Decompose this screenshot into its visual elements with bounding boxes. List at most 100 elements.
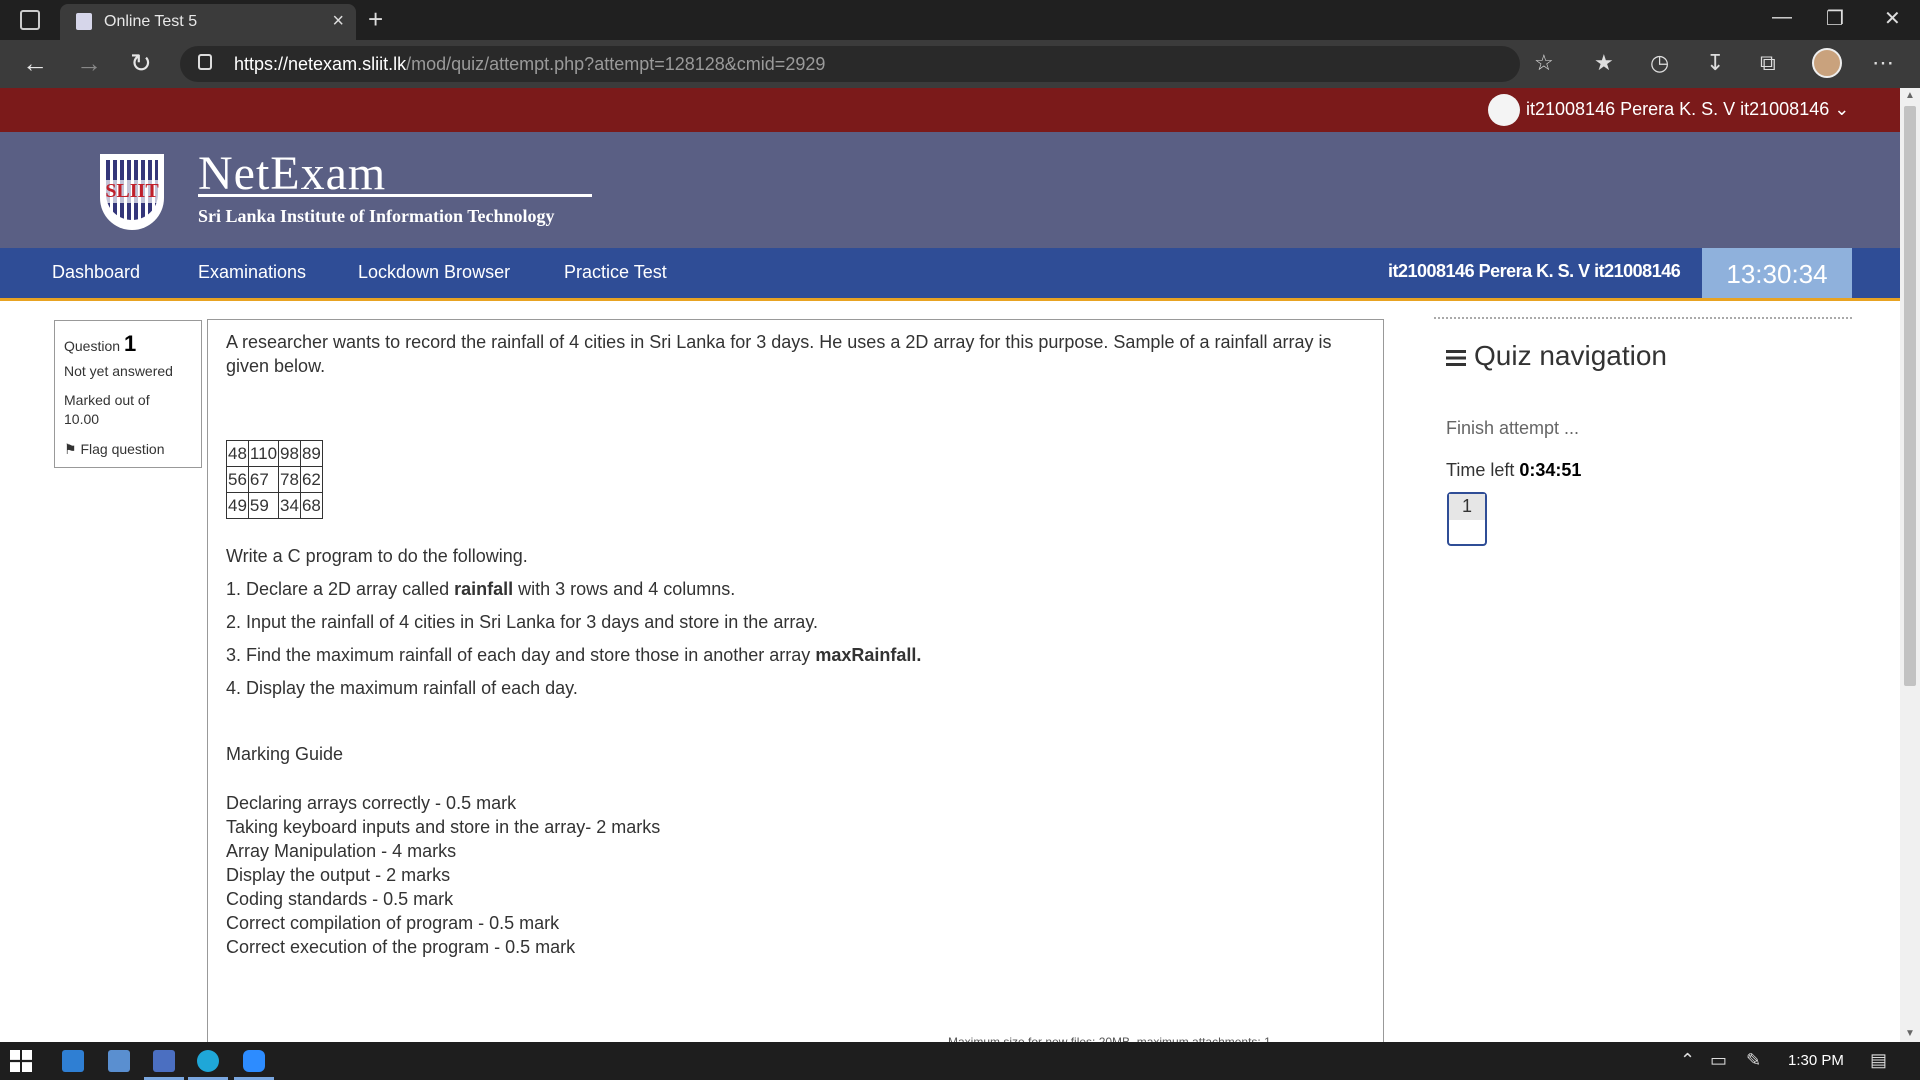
scrollbar-thumb[interactable] — [1904, 106, 1916, 686]
table-cell: 34 — [278, 492, 301, 519]
tray-chevron-icon[interactable]: ⌃ — [1680, 1050, 1695, 1071]
finish-attempt-link[interactable]: Finish attempt ... — [1446, 418, 1579, 439]
collections-icon[interactable]: ⧉ — [1760, 50, 1776, 76]
history-icon[interactable]: ◷ — [1650, 50, 1669, 76]
rainfall-table: 48 110 98 89 56 67 78 62 49 59 34 68 — [226, 440, 323, 519]
question-nav-button[interactable]: 1 — [1447, 492, 1487, 546]
edge-browser-icon[interactable] — [197, 1050, 219, 1072]
table-cell: 98 — [278, 440, 301, 467]
main-nav: Dashboard Examinations Lockdown Browser … — [0, 248, 1900, 301]
list-item: 3. Find the maximum rainfall of each day… — [226, 645, 921, 666]
list-item: 1. Declare a 2D array called rainfall wi… — [226, 579, 735, 600]
browser-tab-bar: Online Test 5 × + — ❐ ✕ — [0, 0, 1920, 40]
forward-icon[interactable]: → — [76, 48, 102, 79]
taskbar-clock[interactable]: 1:30 PM — [1788, 1052, 1844, 1069]
browser-toolbar: ← → ↻ https://netexam.sliit.lk/mod/quiz/… — [0, 40, 1920, 88]
table-row: 48 110 98 89 — [226, 440, 323, 467]
scroll-down-icon[interactable]: ▼ — [1905, 1028, 1915, 1039]
marking-item: Taking keyboard inputs and store in the … — [226, 817, 661, 837]
nav-practice-test[interactable]: Practice Test — [564, 262, 667, 283]
url-text[interactable]: https://netexam.sliit.lk/mod/quiz/attemp… — [234, 54, 825, 75]
nav-user-name: it21008146 Perera K. S. V it21008146 — [1388, 261, 1681, 281]
user-bar: it21008146 Perera K. S. V it21008146 ⌄ — [0, 88, 1900, 132]
table-cell: 59 — [247, 492, 280, 519]
question-intro: A researcher wants to record the rainfal… — [226, 332, 1332, 376]
brand-divider — [198, 194, 592, 197]
marking-item: Array Manipulation - 4 marks — [226, 841, 457, 861]
question-number-value: 1 — [123, 331, 137, 356]
nav-examinations[interactable]: Examinations — [198, 262, 306, 283]
quiz-nav-title-text: Quiz navigation — [1474, 340, 1668, 371]
table-cell: 56 — [226, 466, 249, 493]
windows-start-icon[interactable] — [10, 1050, 32, 1072]
new-tab-icon[interactable]: + — [368, 4, 383, 35]
zoom-app-icon[interactable] — [243, 1050, 265, 1072]
time-left-value: 0:34:51 — [1519, 460, 1582, 480]
table-cell: 68 — [299, 492, 323, 519]
tab-actions-icon[interactable] — [20, 10, 40, 30]
flag-question[interactable]: ⚑ Flag question — [64, 441, 165, 458]
lock-icon[interactable] — [198, 54, 212, 70]
marking-item: Coding standards - 0.5 mark — [226, 889, 454, 909]
notifications-icon[interactable]: ▤ — [1870, 1050, 1887, 1071]
sliit-logo[interactable]: SLIIT — [100, 154, 164, 230]
page-scrollbar[interactable]: ▲ ▼ — [1900, 88, 1920, 1042]
menu-icon — [1446, 349, 1466, 366]
item-bold: rainfall — [454, 579, 514, 599]
battery-icon[interactable]: ▭ — [1710, 1050, 1727, 1071]
marking-guide-title: Marking Guide — [226, 744, 344, 764]
quiz-nav-divider — [1434, 317, 1852, 319]
marking-item: Correct compilation of program - 0.5 mar… — [226, 913, 560, 933]
nav-lockdown-browser[interactable]: Lockdown Browser — [358, 262, 510, 283]
favorites-icon[interactable]: ★ — [1594, 50, 1614, 76]
pen-icon[interactable]: ✎ — [1746, 1050, 1761, 1071]
browser-tab[interactable]: Online Test 5 × — [60, 4, 356, 40]
question-nav-number: 1 — [1449, 494, 1485, 520]
brand-title: NetExam — [198, 147, 387, 200]
table-cell: 49 — [226, 492, 249, 519]
back-icon[interactable]: ← — [22, 48, 48, 79]
refresh-icon[interactable]: ↻ — [130, 48, 152, 79]
downloads-icon[interactable]: ↧ — [1706, 50, 1724, 76]
close-window-icon[interactable]: ✕ — [1884, 6, 1901, 31]
add-favorite-icon[interactable]: ☆ — [1534, 50, 1554, 76]
scroll-up-icon[interactable]: ▲ — [1905, 90, 1915, 101]
question-number: Question 1 — [64, 331, 136, 357]
item-text: 3. Find the maximum rainfall of each day… — [226, 645, 816, 665]
table-row: 56 67 78 62 — [226, 466, 323, 493]
url-host: https://netexam.sliit.lk — [234, 54, 407, 74]
item-text: 1. Declare a 2D array called — [226, 579, 455, 599]
tab-close-icon[interactable]: × — [332, 10, 344, 33]
flag-question-label: Flag question — [80, 441, 165, 457]
restore-icon[interactable]: ❐ — [1826, 6, 1844, 31]
marking-item: Display the output - 2 marks — [226, 865, 451, 885]
user-menu[interactable]: it21008146 Perera K. S. V it21008146 ⌄ — [1526, 99, 1849, 120]
table-row: 49 59 34 68 — [226, 492, 323, 519]
question-marks-label: Marked out of — [64, 392, 150, 408]
question-content: A researcher wants to record the rainfal… — [207, 319, 1384, 1060]
brand-subtitle: Sri Lanka Institute of Information Techn… — [198, 206, 555, 226]
search-app-icon[interactable] — [62, 1050, 84, 1072]
more-icon[interactable]: ⋯ — [1872, 50, 1894, 76]
table-cell: 67 — [247, 466, 280, 493]
store-app-icon[interactable] — [108, 1050, 130, 1072]
marking-item: Declaring arrays correctly - 0.5 mark — [226, 793, 517, 813]
dev-app-icon[interactable] — [153, 1050, 175, 1072]
question-state: Not yet answered — [64, 363, 173, 379]
item-text: 4. Display the maximum rainfall of each … — [226, 678, 578, 698]
profile-avatar[interactable] — [1812, 48, 1842, 78]
quiz-nav-title: Quiz navigation — [1446, 340, 1667, 372]
clock-display: 13:30:34 — [1702, 248, 1852, 298]
url-path: /mod/quiz/attempt.php?attempt=128128&cmi… — [406, 54, 826, 74]
tab-title: Online Test 5 — [104, 13, 198, 30]
minimize-icon[interactable]: — — [1772, 6, 1792, 29]
table-cell: 62 — [299, 466, 323, 493]
write-instruction: Write a C program to do the following. — [226, 546, 528, 566]
address-bar[interactable]: https://netexam.sliit.lk/mod/quiz/attemp… — [180, 46, 1520, 82]
table-cell: 78 — [278, 466, 301, 493]
question-info: Question 1 Not yet answered Marked out o… — [54, 320, 202, 468]
item-text: 2. Input the rainfall of 4 cities in Sri… — [226, 612, 818, 632]
item-text-end: with 3 rows and 4 columns. — [513, 579, 736, 599]
user-avatar[interactable] — [1488, 94, 1520, 126]
nav-dashboard[interactable]: Dashboard — [52, 262, 140, 283]
